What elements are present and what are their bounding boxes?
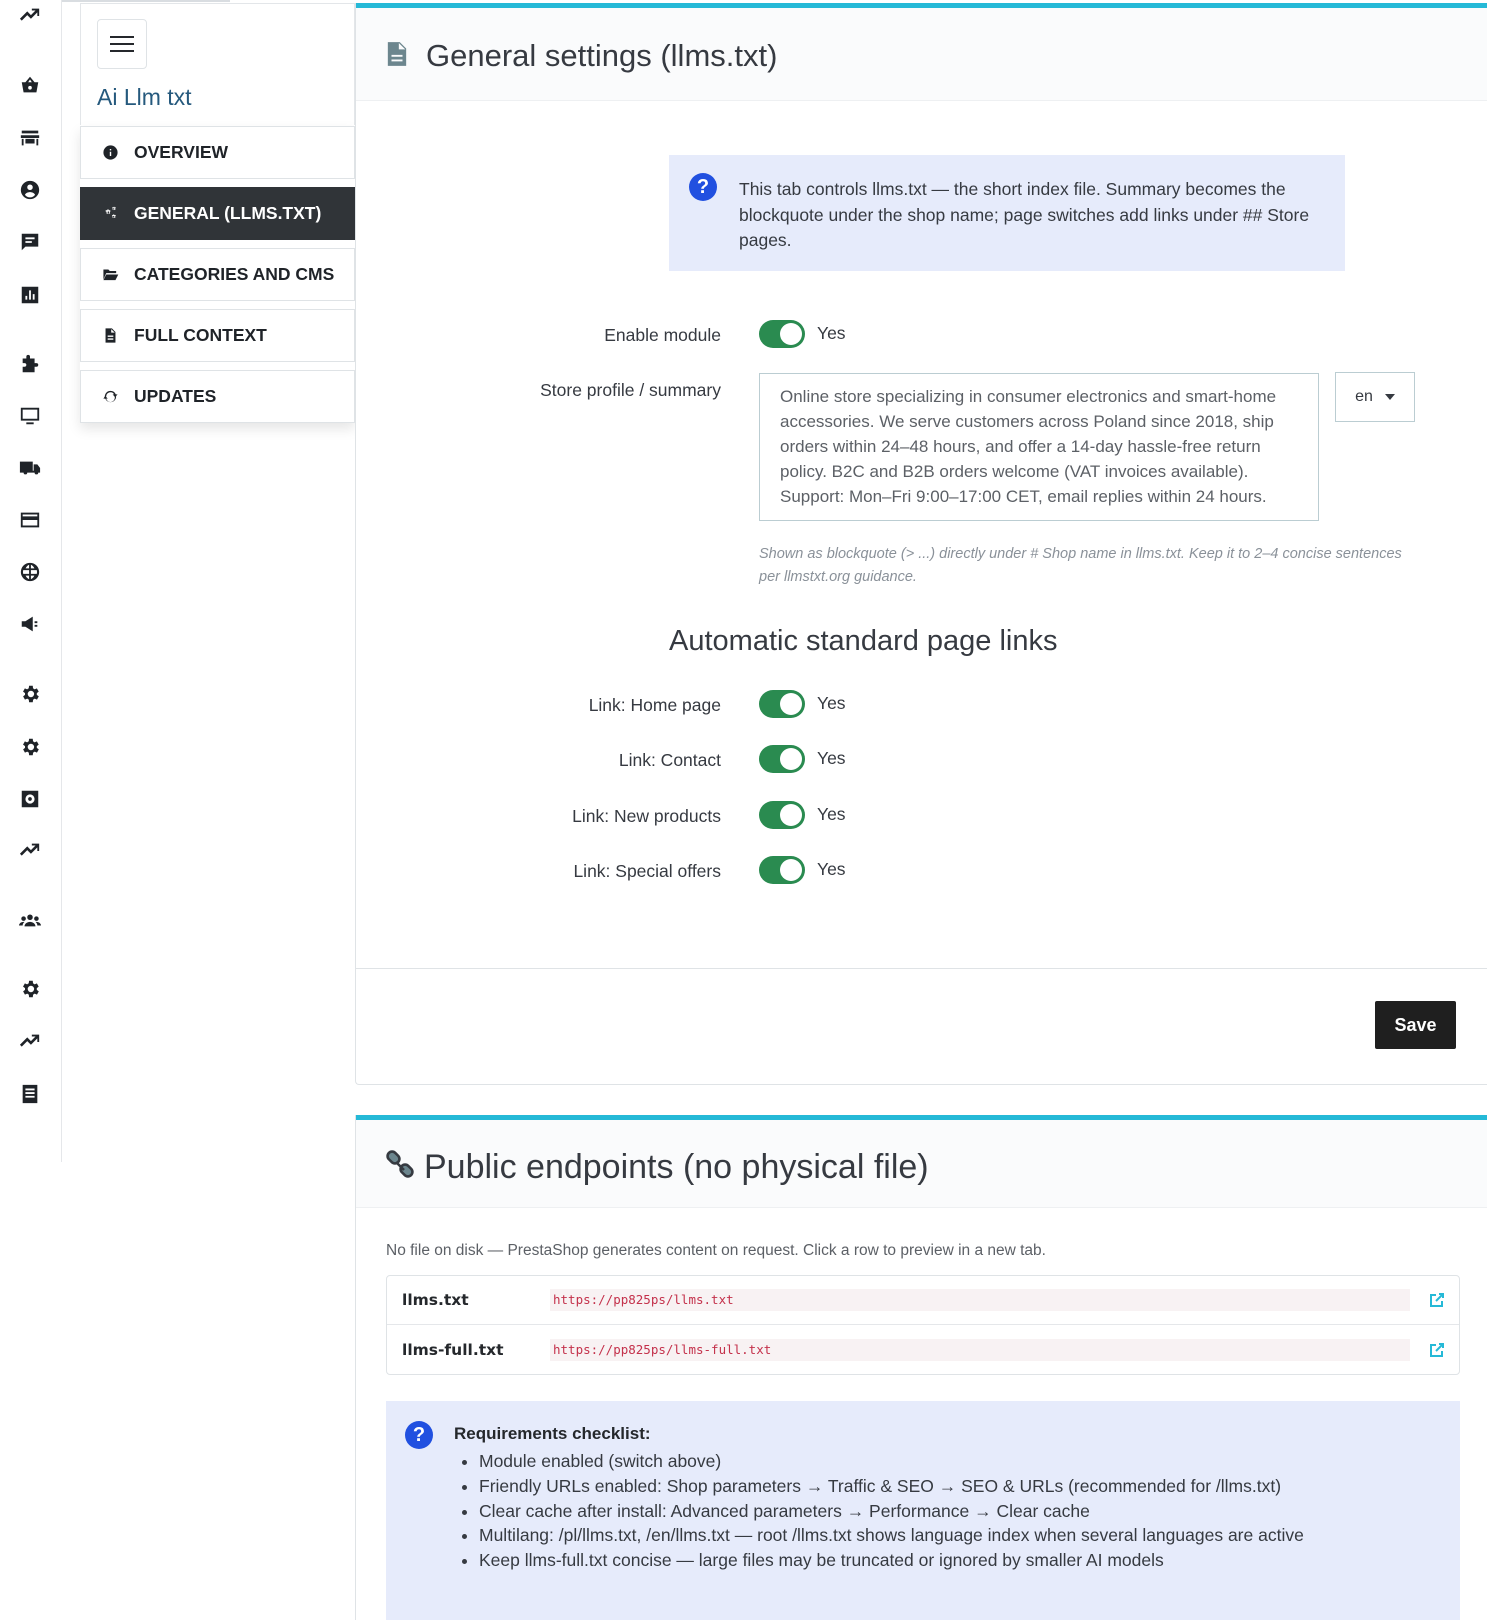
nav-item-overview[interactable]: OVERVIEW (80, 126, 355, 179)
public-endpoints-panel: Public endpoints (no physical file) No f… (355, 1115, 1487, 1620)
checklist-item: Friendly URLs enabled: Shop parameters →… (479, 1474, 1304, 1499)
nav-item-full-context[interactable]: FULL CONTEXT (80, 309, 355, 362)
basket-icon[interactable] (18, 73, 42, 97)
link-home-label: Link: Home page (588, 695, 721, 715)
file-text-icon (386, 40, 408, 68)
truck-icon[interactable] (18, 456, 42, 480)
checklist-items: Module enabled (switch above) Friendly U… (479, 1449, 1304, 1573)
nav-item-categories[interactable]: CATEGORIES AND CMS (80, 248, 355, 301)
trend-icon[interactable] (18, 1030, 42, 1054)
megaphone-icon[interactable] (18, 612, 42, 636)
checklist-item: Clear cache after install: Advanced para… (479, 1499, 1304, 1524)
save-button[interactable]: Save (1375, 1001, 1456, 1049)
caret-down-icon (1384, 394, 1395, 400)
hamburger-icon (110, 36, 134, 52)
link-contact-value: Yes (817, 748, 846, 768)
enable-module-toggle[interactable] (759, 320, 805, 348)
trend-icon[interactable] (18, 839, 42, 863)
endpoint-row-llms[interactable]: llms.txt https://pp825ps/llms.txt (387, 1276, 1459, 1325)
globe-icon[interactable] (18, 560, 42, 584)
enable-module-label: Enable module (604, 325, 721, 345)
checklist-item: Module enabled (switch above) (479, 1449, 1304, 1474)
nav-item-label: FULL CONTEXT (134, 325, 267, 345)
trend-icon[interactable] (18, 4, 42, 28)
info-alert: ? This tab controls llms.txt — the short… (669, 155, 1345, 271)
general-settings-panel: General settings (llms.txt) ? This tab c… (355, 3, 1487, 1085)
top-divider (62, 0, 230, 2)
requirements-checklist: ? Requirements checklist: Module enabled… (386, 1401, 1460, 1620)
link-contact-toggle[interactable] (759, 745, 805, 773)
team-icon[interactable] (18, 908, 42, 932)
endpoints-description: No file on disk — PrestaShop generates c… (386, 1242, 1046, 1259)
nav-item-label: CATEGORIES AND CMS (134, 264, 335, 284)
enable-module-value: Yes (817, 323, 846, 343)
gear-icon[interactable] (18, 735, 42, 759)
monitor-icon[interactable] (18, 404, 42, 428)
checklist-item: Multilang: /pl/llms.txt, /en/llms.txt — … (479, 1523, 1304, 1548)
link-new-products-label: Link: New products (572, 806, 721, 826)
module-nav: OVERVIEW GENERAL (LLMS.TXT) CATEGORIES A… (80, 126, 355, 423)
store-summary-label: Store profile / summary (540, 380, 721, 400)
external-link-icon[interactable] (1429, 1342, 1445, 1358)
link-special-offers-value: Yes (817, 859, 846, 879)
stats-icon[interactable] (18, 283, 42, 307)
question-icon: ? (689, 173, 717, 201)
store-summary-textarea[interactable]: Online store specializing in consumer el… (759, 373, 1319, 521)
panel-title: General settings (llms.txt) (426, 38, 778, 73)
gear-icon[interactable] (18, 682, 42, 706)
list-icon[interactable] (18, 1082, 42, 1106)
link-home-toggle[interactable] (759, 690, 805, 718)
links-heading: Automatic standard page links (669, 625, 1058, 657)
link-new-products-value: Yes (817, 804, 846, 824)
nav-item-general[interactable]: GENERAL (LLMS.TXT) (80, 187, 355, 240)
external-link-icon[interactable] (1429, 1292, 1445, 1308)
link-icon (384, 1150, 416, 1182)
module-title: Ai Llm txt (97, 84, 192, 110)
nav-item-label: OVERVIEW (134, 142, 229, 162)
panel-header: General settings (llms.txt) (356, 8, 1487, 101)
file-text-icon (101, 327, 119, 345)
panel-title: Public endpoints (no physical file) (424, 1148, 929, 1186)
info-text: This tab controls llms.txt — the short i… (739, 179, 1310, 250)
info-circle-icon (101, 144, 119, 162)
nav-item-label: GENERAL (LLMS.TXT) (134, 203, 322, 223)
endpoint-row-llms-full[interactable]: llms-full.txt https://pp825ps/llms-full.… (387, 1325, 1459, 1374)
checklist-item: Keep llms-full.txt concise — large files… (479, 1548, 1304, 1573)
panel-footer-divider (356, 968, 1487, 969)
language-select[interactable]: en (1335, 372, 1415, 422)
link-home-value: Yes (817, 693, 846, 713)
checklist-title: Requirements checklist: (454, 1424, 651, 1443)
card-icon[interactable] (18, 508, 42, 532)
link-new-products-toggle[interactable] (759, 801, 805, 829)
endpoint-name: llms.txt (402, 1291, 469, 1309)
gear-icon[interactable] (18, 977, 42, 1001)
link-special-offers-toggle[interactable] (759, 856, 805, 884)
menu-toggle-button[interactable] (97, 19, 147, 69)
refresh-icon (101, 388, 119, 406)
chat-icon[interactable] (18, 230, 42, 254)
endpoint-url: https://pp825ps/llms.txt (550, 1289, 1410, 1311)
summary-help-text: Shown as blockquote (> ...) directly und… (759, 546, 1402, 585)
question-icon: ? (405, 1421, 433, 1449)
endpoint-url: https://pp825ps/llms-full.txt (550, 1338, 1410, 1361)
nav-item-label: UPDATES (134, 386, 217, 406)
language-value: en (1355, 388, 1373, 405)
icon-rail (0, 0, 62, 1162)
nav-item-updates[interactable]: UPDATES (80, 370, 355, 423)
endpoint-name: llms-full.txt (402, 1340, 504, 1359)
gears-icon (101, 205, 119, 223)
puzzle-icon[interactable] (18, 352, 42, 376)
panel-header: Public endpoints (no physical file) (356, 1120, 1487, 1208)
gear-box-icon[interactable] (18, 787, 42, 811)
link-special-offers-label: Link: Special offers (573, 861, 721, 881)
link-contact-label: Link: Contact (618, 750, 721, 770)
endpoints-table: llms.txt https://pp825ps/llms.txt llms-f… (386, 1275, 1460, 1375)
folder-open-icon (101, 266, 119, 284)
user-icon[interactable] (18, 178, 42, 202)
module-header: Ai Llm txt (80, 3, 355, 125)
store-icon[interactable] (18, 126, 42, 150)
